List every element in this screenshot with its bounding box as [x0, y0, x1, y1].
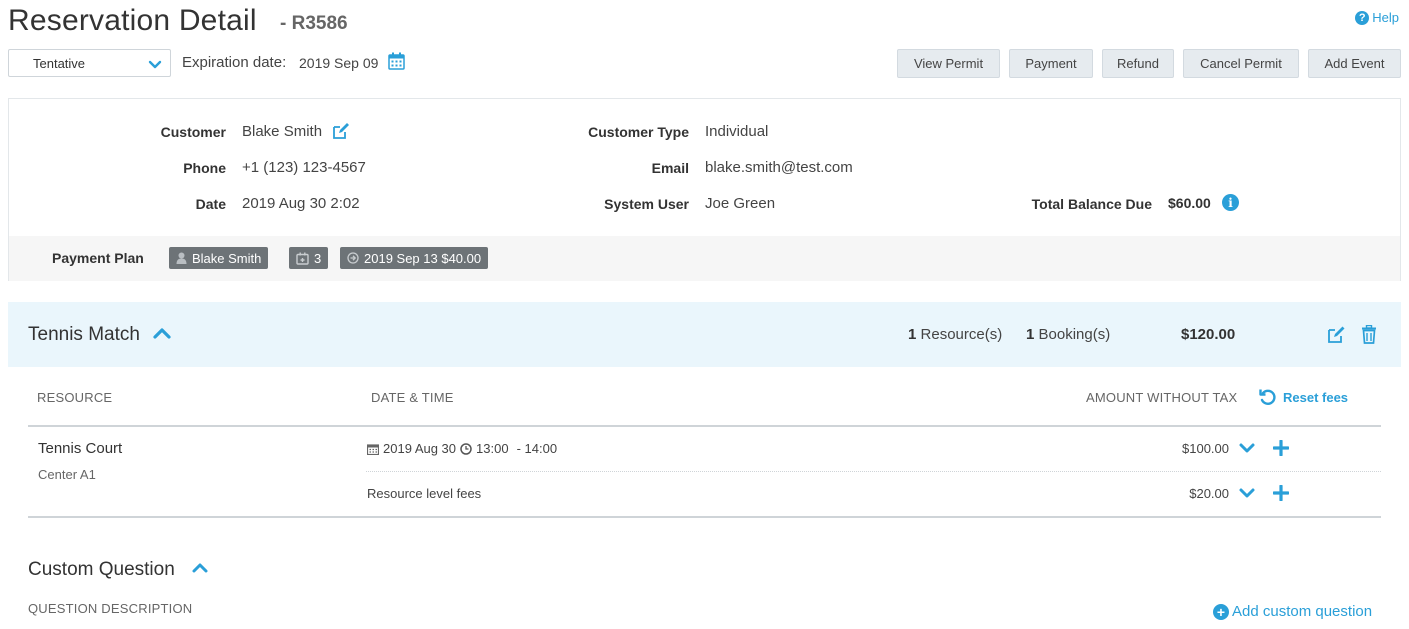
- chevron-up-icon[interactable]: [152, 325, 172, 341]
- date-label: Date: [195, 196, 226, 212]
- person-icon: [176, 252, 187, 264]
- resource-count: 1 Resource(s): [908, 326, 1002, 343]
- event-total: $120.00: [1181, 326, 1236, 343]
- info-icon[interactable]: i: [1222, 194, 1239, 211]
- add-event-button[interactable]: Add Event: [1308, 49, 1401, 78]
- payment-button[interactable]: Payment: [1009, 49, 1093, 78]
- booking-datetime: 2019 Aug 30 13:00 - 14:00: [367, 441, 557, 456]
- edit-icon[interactable]: [1327, 325, 1346, 344]
- column-header-datetime: DATE & TIME: [371, 390, 454, 405]
- booking-amount: $100.00: [1182, 441, 1229, 456]
- column-header-resource: RESOURCE: [37, 390, 113, 405]
- reset-icon: [1259, 389, 1276, 405]
- custom-question-title[interactable]: Custom Question: [28, 559, 175, 581]
- view-permit-button[interactable]: View Permit: [897, 49, 1000, 78]
- booking-end-time: - 14:00: [516, 441, 558, 456]
- booking-count-label: Booking(s): [1038, 326, 1111, 343]
- system-user-label: System User: [604, 196, 689, 212]
- phone-label: Phone: [183, 160, 226, 176]
- balance-value: $60.00: [1168, 195, 1211, 211]
- plus-icon[interactable]: [1273, 485, 1289, 501]
- column-header-amount: AMOUNT WITHOUT TAX: [1086, 390, 1238, 405]
- trash-icon[interactable]: [1361, 325, 1377, 344]
- reservation-id: - R3586: [280, 13, 348, 34]
- status-select[interactable]: Tentative: [8, 49, 171, 77]
- calendar-icon: [367, 443, 379, 455]
- status-selected-value: Tentative: [33, 55, 86, 71]
- table-header-divider: [28, 425, 1381, 427]
- help-icon: ?: [1355, 10, 1370, 25]
- help-link[interactable]: ? Help: [1355, 10, 1399, 25]
- chevron-up-icon[interactable]: [191, 561, 209, 575]
- edit-customer-icon[interactable]: [332, 122, 350, 140]
- help-label: Help: [1372, 10, 1399, 25]
- booking-start-time: 13:00: [476, 441, 509, 456]
- add-custom-question-button[interactable]: + Add custom question: [1213, 603, 1372, 620]
- payment-plan-count-tag[interactable]: 3: [289, 247, 329, 269]
- add-custom-question-label: Add custom question: [1232, 603, 1373, 620]
- page-title: Reservation Detail: [8, 4, 257, 37]
- chevron-down-icon[interactable]: [1238, 441, 1256, 455]
- reset-fees-button[interactable]: Reset fees: [1259, 388, 1348, 406]
- reset-fees-label: Reset fees: [1283, 389, 1349, 405]
- arrow-circle-icon: [347, 252, 359, 264]
- payment-plan-next-due-tag[interactable]: 2019 Sep 13 $40.00: [340, 247, 489, 269]
- row-divider: [366, 471, 1381, 472]
- booking-count-number: 1: [1026, 326, 1035, 343]
- booking-date: 2019 Aug 30: [383, 441, 457, 456]
- resource-count-label: Resource(s): [920, 326, 1003, 343]
- payment-plan-payer-tag[interactable]: Blake Smith: [169, 247, 269, 269]
- cancel-permit-button[interactable]: Cancel Permit: [1183, 49, 1299, 78]
- system-user-value: Joe Green: [705, 195, 776, 212]
- resource-name: Tennis Court: [38, 440, 123, 457]
- plus-icon[interactable]: [1273, 440, 1289, 456]
- customer-type-label: Customer Type: [588, 124, 689, 140]
- payment-plan-label: Payment Plan: [52, 250, 144, 266]
- fee-amount: $20.00: [1189, 486, 1229, 501]
- email-value: blake.smith@test.com: [705, 159, 853, 176]
- resource-location: Center A1: [38, 467, 96, 482]
- chevron-down-icon[interactable]: [1238, 486, 1256, 500]
- action-toolbar: View Permit Payment Refund Cancel Permit…: [897, 49, 1401, 78]
- customer-type-value: Individual: [705, 123, 769, 140]
- fee-label: Resource level fees: [367, 486, 482, 501]
- customer-value[interactable]: Blake Smith: [242, 123, 322, 140]
- installment-count: 3: [314, 250, 322, 266]
- chevron-down-icon: [148, 60, 162, 69]
- expiration-value: 2019 Sep 09: [299, 55, 379, 71]
- refund-button[interactable]: Refund: [1102, 49, 1174, 78]
- date-value: 2019 Aug 30 2:02: [242, 195, 360, 212]
- calendar-icon: [296, 252, 309, 265]
- event-title[interactable]: Tennis Match: [28, 324, 140, 346]
- column-header-question-description: QUESTION DESCRIPTION: [28, 601, 193, 616]
- balance-label: Total Balance Due: [1031, 196, 1152, 212]
- payer-name: Blake Smith: [192, 250, 262, 266]
- expiration-label: Expiration date:: [182, 54, 287, 71]
- plus-circle-icon: +: [1213, 603, 1229, 620]
- next-due: 2019 Sep 13 $40.00: [364, 250, 482, 266]
- resource-count-number: 1: [908, 326, 917, 343]
- booking-count: 1 Booking(s): [1026, 326, 1110, 343]
- phone-value: +1 (123) 123-4567: [242, 159, 366, 176]
- table-bottom-divider: [28, 516, 1381, 518]
- customer-label: Customer: [160, 124, 226, 140]
- email-label: Email: [651, 160, 689, 176]
- calendar-icon[interactable]: [388, 52, 405, 70]
- clock-icon: [460, 442, 472, 455]
